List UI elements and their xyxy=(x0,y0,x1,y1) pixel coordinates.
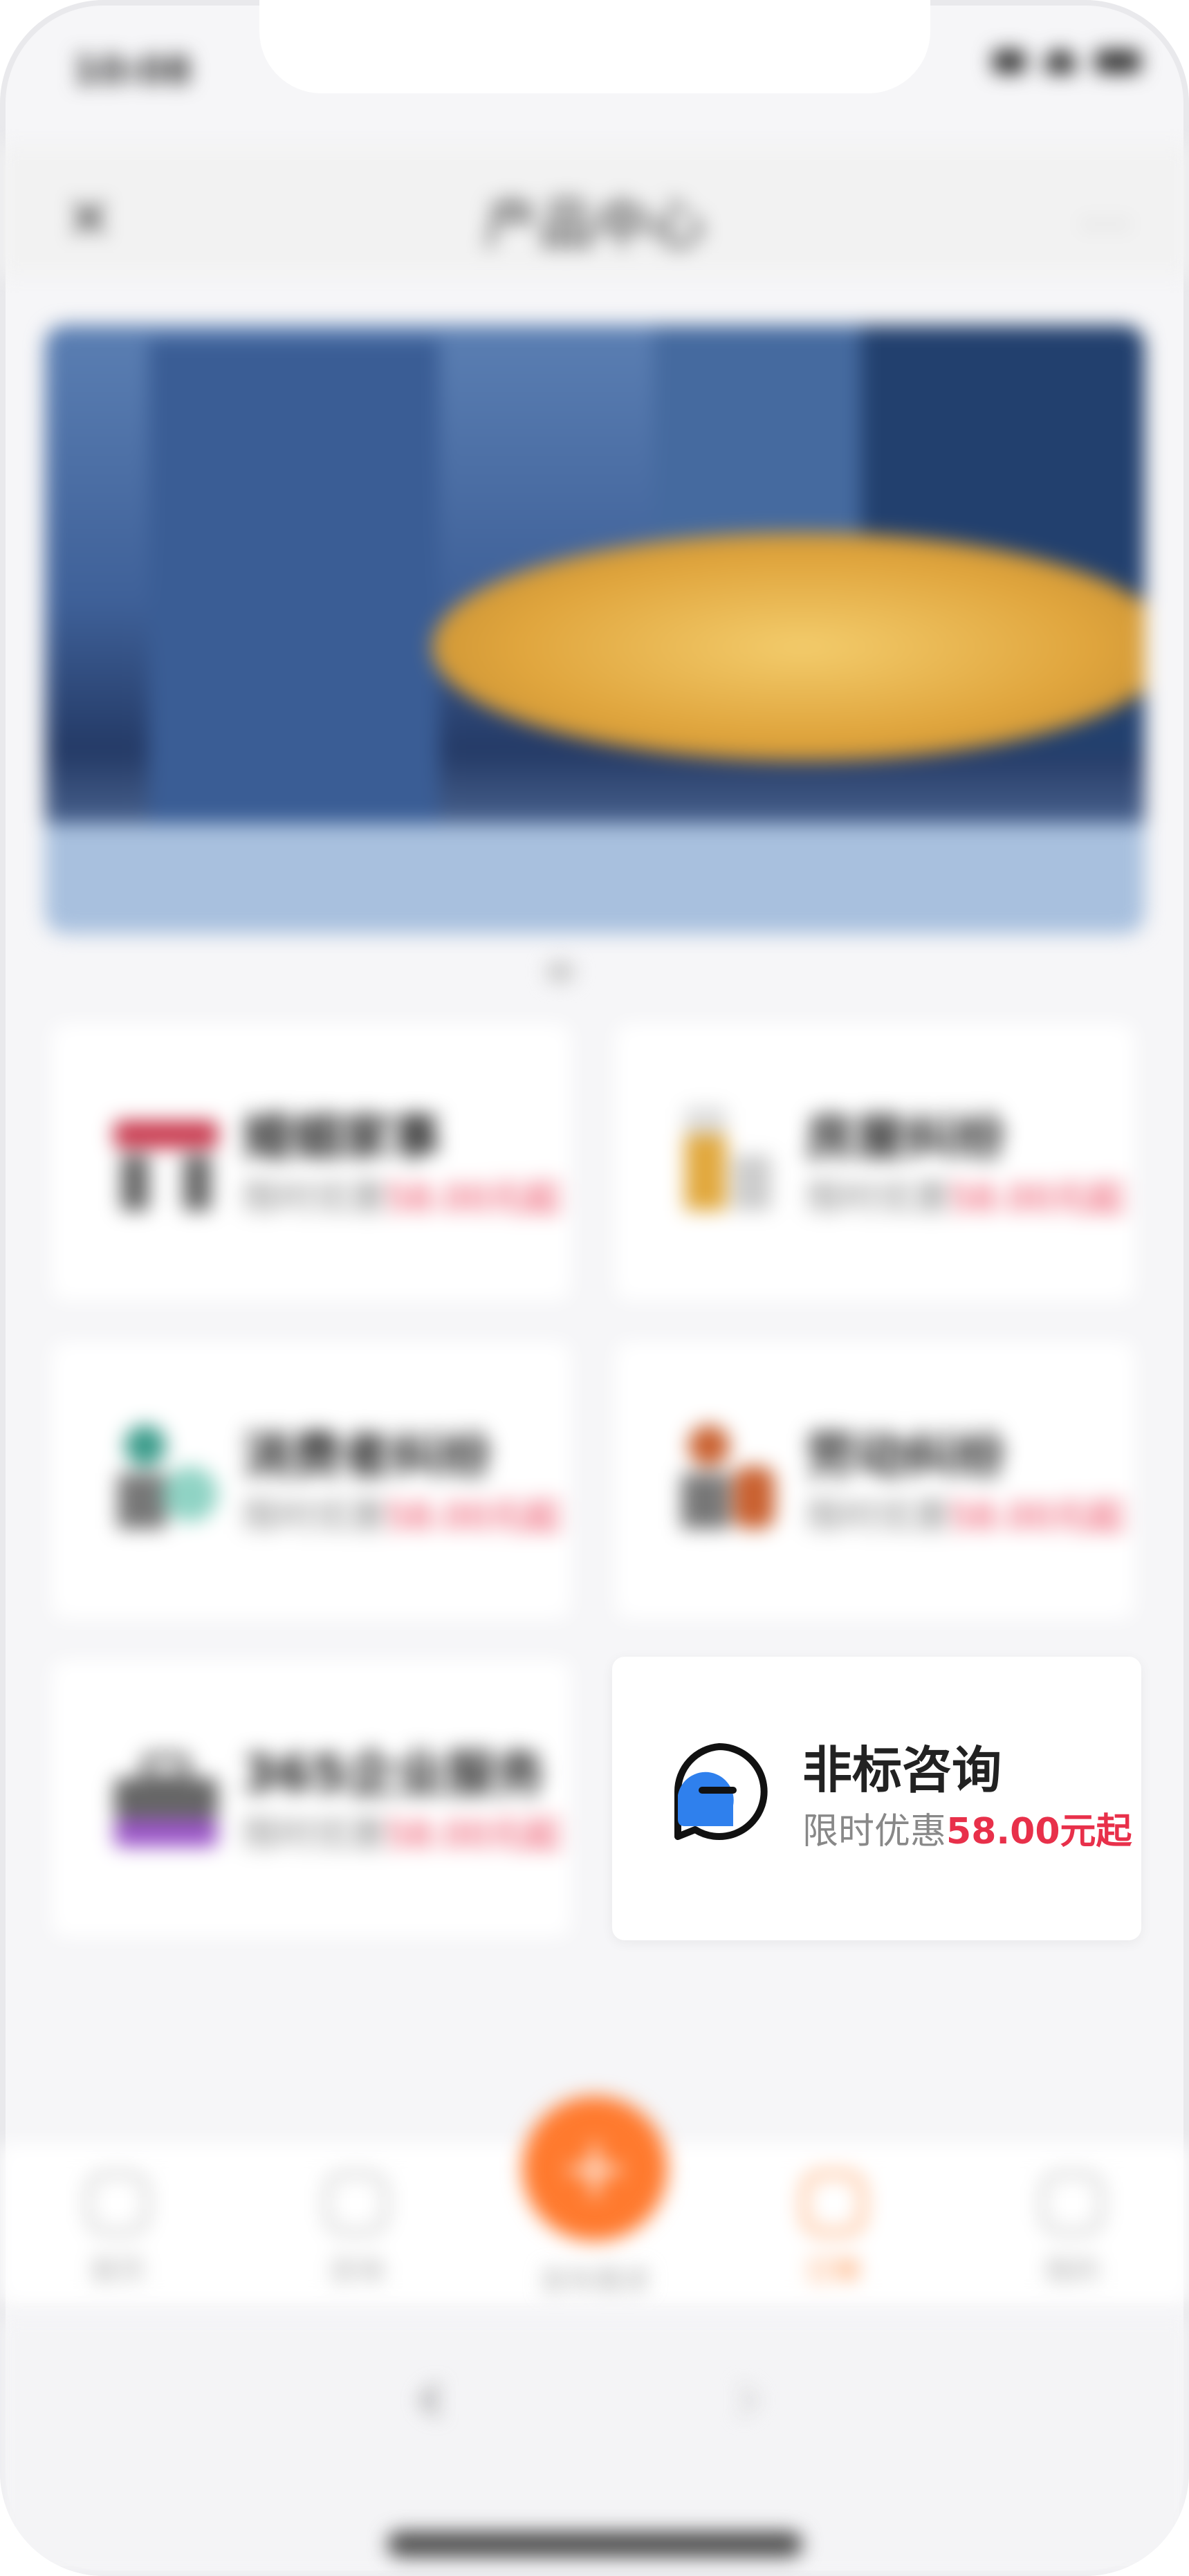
labor-icon xyxy=(681,1425,775,1529)
banner-arena xyxy=(432,533,1145,761)
consult-icon xyxy=(325,2172,387,2234)
briefcase-icon xyxy=(114,1754,218,1847)
phone-frame: 10:08 ✕ 产品中心 ··· 婚姻家事 限时优惠58.00元起 房屋纠纷 限… xyxy=(0,0,1189,2576)
chat-icon xyxy=(674,1743,768,1840)
product-price: 限时优惠58.00元起 xyxy=(242,1496,561,1538)
product-card-consult[interactable]: 非标咨询 限时优惠58.00元起 xyxy=(612,1657,1141,1940)
product-title: 劳动纠纷 xyxy=(806,1426,1006,1484)
banner-ground xyxy=(45,823,1145,934)
notch xyxy=(259,0,930,93)
status-icons xyxy=(993,50,1141,73)
wifi-icon xyxy=(1045,50,1076,73)
product-card-consumer[interactable]: 消费者纠纷 限时优惠58.00元起 xyxy=(52,1342,571,1619)
status-time: 10:08 xyxy=(73,48,192,92)
banner[interactable] xyxy=(45,325,1145,934)
home-indicator xyxy=(387,2532,802,2557)
consumer-icon xyxy=(118,1425,218,1529)
tab-consult[interactable]: 咨询 xyxy=(308,2172,405,2288)
forward-arrow-icon[interactable]: › xyxy=(733,2352,764,2440)
battery-icon xyxy=(1095,50,1141,73)
page-title: 产品中心 xyxy=(483,192,706,257)
product-price: 限时优惠58.00元起 xyxy=(806,1178,1125,1220)
product-price: 限时优惠58.00元起 xyxy=(806,1496,1125,1538)
banner-indicator xyxy=(546,962,574,982)
navbar: ✕ 产品中心 ··· xyxy=(0,145,1189,277)
product-card-labor[interactable]: 劳动纠纷 限时优惠58.00元起 xyxy=(616,1342,1134,1619)
fab-label: 发布需求 xyxy=(540,2265,650,2297)
house-icon xyxy=(685,1107,771,1211)
tab-orders[interactable]: 订单 xyxy=(785,2172,882,2288)
tab-home[interactable]: 首页 xyxy=(69,2172,166,2288)
product-price: 限时优惠58.00元起 xyxy=(242,1814,561,1856)
signal-icon xyxy=(993,50,1026,73)
product-title: 婚姻家事 xyxy=(242,1108,442,1166)
product-title: 非标咨询 xyxy=(802,1741,1002,1799)
profile-icon xyxy=(1041,2172,1103,2234)
banner-building xyxy=(149,339,439,837)
product-card-house[interactable]: 房屋纠纷 限时优惠58.00元起 xyxy=(616,1024,1134,1300)
product-price: 限时优惠58.00元起 xyxy=(802,1811,1132,1852)
publish-fab-button[interactable]: + xyxy=(522,2096,667,2241)
orders-icon xyxy=(802,2172,865,2234)
product-card-enterprise[interactable]: 365企业服务 限时优惠58.00元起 xyxy=(52,1660,571,1937)
product-price: 限时优惠58.00元起 xyxy=(242,1178,561,1220)
family-icon xyxy=(114,1121,218,1211)
more-icon[interactable]: ··· xyxy=(1082,201,1134,249)
product-title: 消费者纠纷 xyxy=(242,1426,492,1484)
product-card-marriage[interactable]: 婚姻家事 限时优惠58.00元起 xyxy=(52,1024,571,1300)
tab-profile[interactable]: 我的 xyxy=(1024,2172,1121,2288)
back-arrow-icon[interactable]: ‹ xyxy=(415,2352,445,2440)
product-title: 365企业服务 xyxy=(242,1745,546,1803)
home-icon xyxy=(86,2172,149,2234)
product-title: 房屋纠纷 xyxy=(806,1108,1006,1166)
